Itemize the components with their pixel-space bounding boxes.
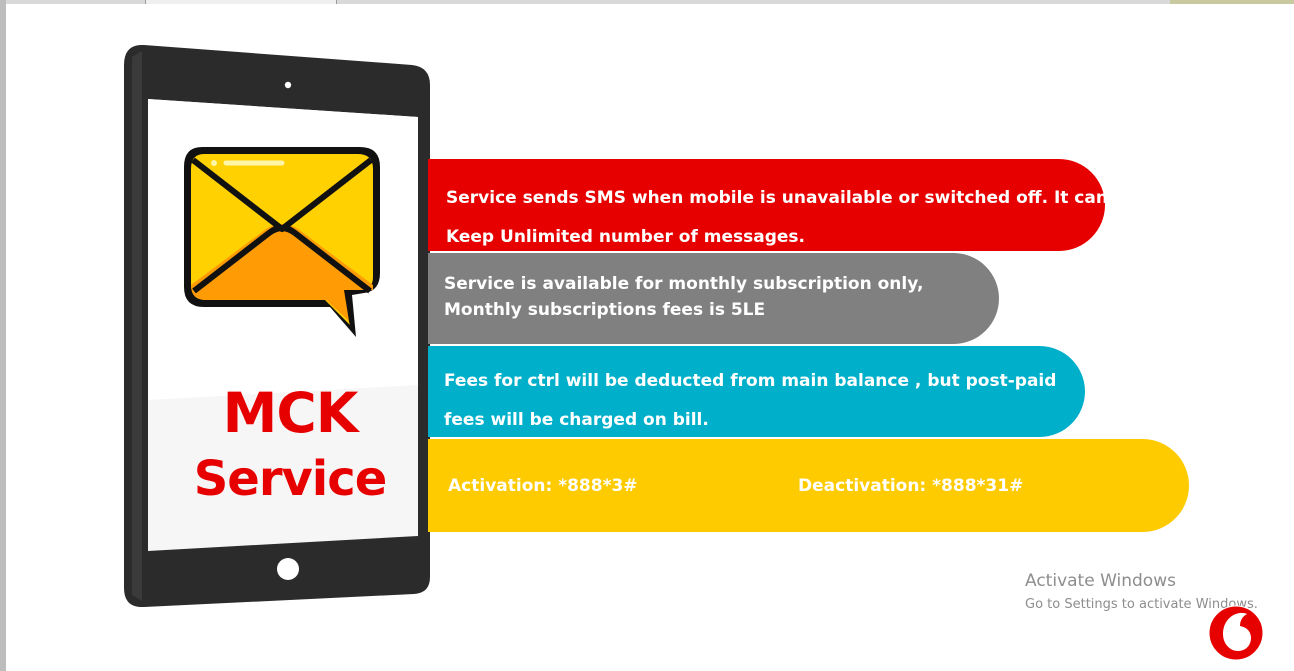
band-cyan-line-1: Fees for ctrl will be deducted from main… (444, 371, 1057, 391)
window-left-edge (0, 0, 6, 671)
band-gray-line-2: Monthly subscriptions fees is 5LE (444, 300, 766, 320)
camera-dot (284, 81, 292, 89)
info-band-gray: Service is available for monthly subscri… (428, 253, 999, 344)
vodafone-logo-icon (1207, 604, 1265, 662)
activation-code: Activation: *888*3# (448, 476, 638, 496)
title-line-2: Service (193, 451, 388, 507)
watermark-title: Activate Windows (1025, 571, 1176, 591)
info-band-yellow: Activation: *888*3# Deactivation: *888*3… (428, 439, 1189, 532)
mck-service-title: MCK Service (190, 382, 390, 510)
tablet-graphic (124, 45, 430, 608)
info-band-cyan: Fees for ctrl will be deducted from main… (428, 346, 1085, 437)
deactivation-code: Deactivation: *888*31# (798, 476, 1024, 496)
home-button-icon (277, 558, 299, 580)
title-line-1: MCK (222, 381, 359, 445)
band-cyan-line-2: fees will be charged on bill. (444, 410, 709, 430)
info-band-red: Service sends SMS when mobile is unavail… (428, 159, 1108, 251)
band-gray-line-1: Service is available for monthly subscri… (444, 274, 924, 294)
band-red-line-1: Service sends SMS when mobile is unavail… (446, 188, 1108, 208)
window-top-tab (145, 0, 337, 4)
band-red-line-2: Keep Unlimited number of messages. (446, 227, 806, 247)
window-top-accent (1170, 0, 1294, 4)
tablet-illustration (122, 45, 432, 610)
